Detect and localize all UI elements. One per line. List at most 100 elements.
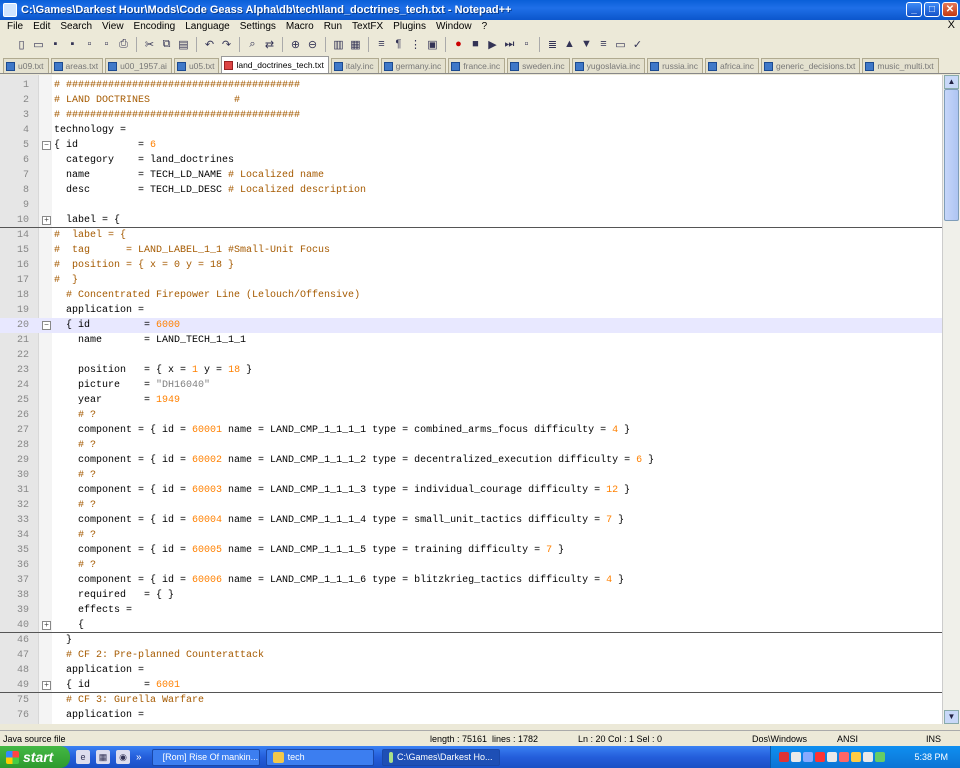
code-line[interactable]: 3 # #####################################…: [0, 108, 942, 123]
code-line[interactable]: 18 # Concentrated Firepower Line (Lelouc…: [0, 288, 942, 303]
move-up-icon[interactable]: ▲: [562, 37, 577, 52]
menu-macro[interactable]: Macro: [281, 21, 319, 32]
code-line[interactable]: 5 −{ id = 6: [0, 138, 942, 153]
undo-icon[interactable]: ↶: [202, 37, 217, 52]
minimize-button[interactable]: _: [906, 2, 922, 17]
code-line[interactable]: 7 name = TECH_LD_NAME # Localized name: [0, 168, 942, 183]
menu-run[interactable]: Run: [319, 21, 347, 32]
code-line[interactable]: 23 position = { x = 1 y = 18 }: [0, 363, 942, 378]
code-line[interactable]: 34 # ?: [0, 528, 942, 543]
code-line[interactable]: 20 − { id = 6000: [0, 318, 942, 333]
scroll-up-icon[interactable]: ▲: [944, 75, 959, 89]
align-icon[interactable]: ≡: [596, 37, 611, 52]
taskbar-item[interactable]: tech: [265, 748, 374, 766]
tray-icon[interactable]: [803, 752, 813, 762]
quicklaunch-icon[interactable]: ▦: [96, 750, 110, 764]
menu-search[interactable]: Search: [55, 21, 97, 32]
menu-window[interactable]: Window: [431, 21, 477, 32]
code-line[interactable]: 19 application =: [0, 303, 942, 318]
document-tab[interactable]: russia.inc: [647, 58, 703, 73]
document-tab[interactable]: land_doctrines_tech.txt: [221, 56, 329, 73]
tray-icon[interactable]: [791, 752, 801, 762]
code-line[interactable]: 38 required = { }: [0, 588, 942, 603]
code-line[interactable]: 14 # label = {: [0, 228, 942, 243]
document-tab[interactable]: italy.inc: [330, 58, 379, 73]
fold-expand-icon[interactable]: +: [42, 216, 51, 225]
code-line[interactable]: 27 component = { id = 60001 name = LAND_…: [0, 423, 942, 438]
code-line[interactable]: 2 # LAND DOCTRINES #: [0, 93, 942, 108]
code-line[interactable]: 48 application =: [0, 663, 942, 678]
move-down-icon[interactable]: ▼: [579, 37, 594, 52]
code-line[interactable]: 28 # ?: [0, 438, 942, 453]
code-line[interactable]: 75 # CF 3: Gurella Warfare: [0, 693, 942, 708]
menu-file[interactable]: File: [2, 21, 28, 32]
scrollbar-thumb[interactable]: [944, 89, 959, 221]
menu-help[interactable]: ?: [477, 21, 493, 32]
document-tab[interactable]: germany.inc: [380, 58, 447, 73]
code-line[interactable]: 16 # position = { x = 0 y = 18 }: [0, 258, 942, 273]
document-tab[interactable]: yugoslavia.inc: [571, 58, 646, 73]
fold-collapse-icon[interactable]: −: [42, 141, 51, 150]
sync-vertical-icon[interactable]: ▥: [331, 37, 346, 52]
document-tab[interactable]: music_multi.txt: [862, 58, 939, 73]
find-icon[interactable]: ⌕: [245, 37, 260, 52]
fold-expand-icon[interactable]: +: [42, 621, 51, 630]
stop-macro-icon[interactable]: ■: [468, 37, 483, 52]
menu-view[interactable]: View: [97, 21, 129, 32]
document-tab[interactable]: u09.txt: [3, 58, 49, 73]
code-line[interactable]: 76 application =: [0, 708, 942, 723]
tray-icon[interactable]: [875, 752, 885, 762]
code-line[interactable]: 49 + { id = 6001: [0, 678, 942, 693]
show-all-characters-icon[interactable]: ¶: [391, 37, 406, 52]
replace-icon[interactable]: ⇄: [262, 37, 277, 52]
tray-icon[interactable]: [839, 752, 849, 762]
code-line[interactable]: 21 name = LAND_TECH_1_1_1: [0, 333, 942, 348]
save-macro-icon[interactable]: ▫: [519, 37, 534, 52]
folder-icon[interactable]: ▭: [613, 37, 628, 52]
print-icon[interactable]: ⎙: [116, 37, 131, 52]
document-tab[interactable]: sweden.inc: [507, 58, 570, 73]
copy-icon[interactable]: ⧉: [159, 37, 174, 52]
quicklaunch-chevron-icon[interactable]: »: [136, 752, 142, 763]
code-editor[interactable]: 1 # #####################################…: [0, 75, 942, 724]
save-all-icon[interactable]: ▪: [65, 37, 80, 52]
code-line[interactable]: 9: [0, 198, 942, 213]
zoom-out-icon[interactable]: ⊖: [305, 37, 320, 52]
document-tab[interactable]: france.inc: [448, 58, 506, 73]
quicklaunch-icon[interactable]: ◉: [116, 750, 130, 764]
code-line[interactable]: 22: [0, 348, 942, 363]
record-macro-icon[interactable]: ●: [451, 37, 466, 52]
volume-icon[interactable]: [827, 752, 837, 762]
new-file-icon[interactable]: ▯: [14, 37, 29, 52]
code-line[interactable]: 36 # ?: [0, 558, 942, 573]
document-tab[interactable]: africa.inc: [704, 58, 759, 73]
code-line[interactable]: 31 component = { id = 60003 name = LAND_…: [0, 483, 942, 498]
code-line[interactable]: 1 # #####################################…: [0, 78, 942, 93]
user-language-icon[interactable]: ▣: [425, 37, 440, 52]
tray-icon[interactable]: [779, 752, 789, 762]
menu-edit[interactable]: Edit: [28, 21, 55, 32]
menu-encoding[interactable]: Encoding: [129, 21, 181, 32]
menu-settings[interactable]: Settings: [235, 21, 281, 32]
taskbar-item[interactable]: [Rom] Rise Of mankin...: [151, 748, 260, 766]
play-macro-icon[interactable]: ▶: [485, 37, 500, 52]
network-icon[interactable]: [863, 752, 873, 762]
code-line[interactable]: 8 desc = TECH_LD_DESC # Localized descri…: [0, 183, 942, 198]
menu-plugins[interactable]: Plugins: [388, 21, 431, 32]
taskbar-item[interactable]: C:\Games\Darkest Ho...: [381, 748, 500, 766]
play-multiple-icon[interactable]: ⏭: [502, 37, 517, 52]
menu-language[interactable]: Language: [180, 21, 235, 32]
code-line[interactable]: 10 + label = {: [0, 213, 942, 228]
close-button[interactable]: ✕: [942, 2, 958, 17]
code-line[interactable]: 32 # ?: [0, 498, 942, 513]
fold-collapse-icon[interactable]: −: [42, 321, 51, 330]
sync-horizontal-icon[interactable]: ▦: [348, 37, 363, 52]
code-line[interactable]: 40 + {: [0, 618, 942, 633]
code-line[interactable]: 6 category = land_doctrines: [0, 153, 942, 168]
textfx-icon[interactable]: ≣: [545, 37, 560, 52]
document-tab[interactable]: u05.txt: [173, 58, 220, 73]
code-line[interactable]: 29 component = { id = 60002 name = LAND_…: [0, 453, 942, 468]
tray-icon[interactable]: [815, 752, 825, 762]
paste-icon[interactable]: ▤: [176, 37, 191, 52]
cut-icon[interactable]: ✂: [142, 37, 157, 52]
